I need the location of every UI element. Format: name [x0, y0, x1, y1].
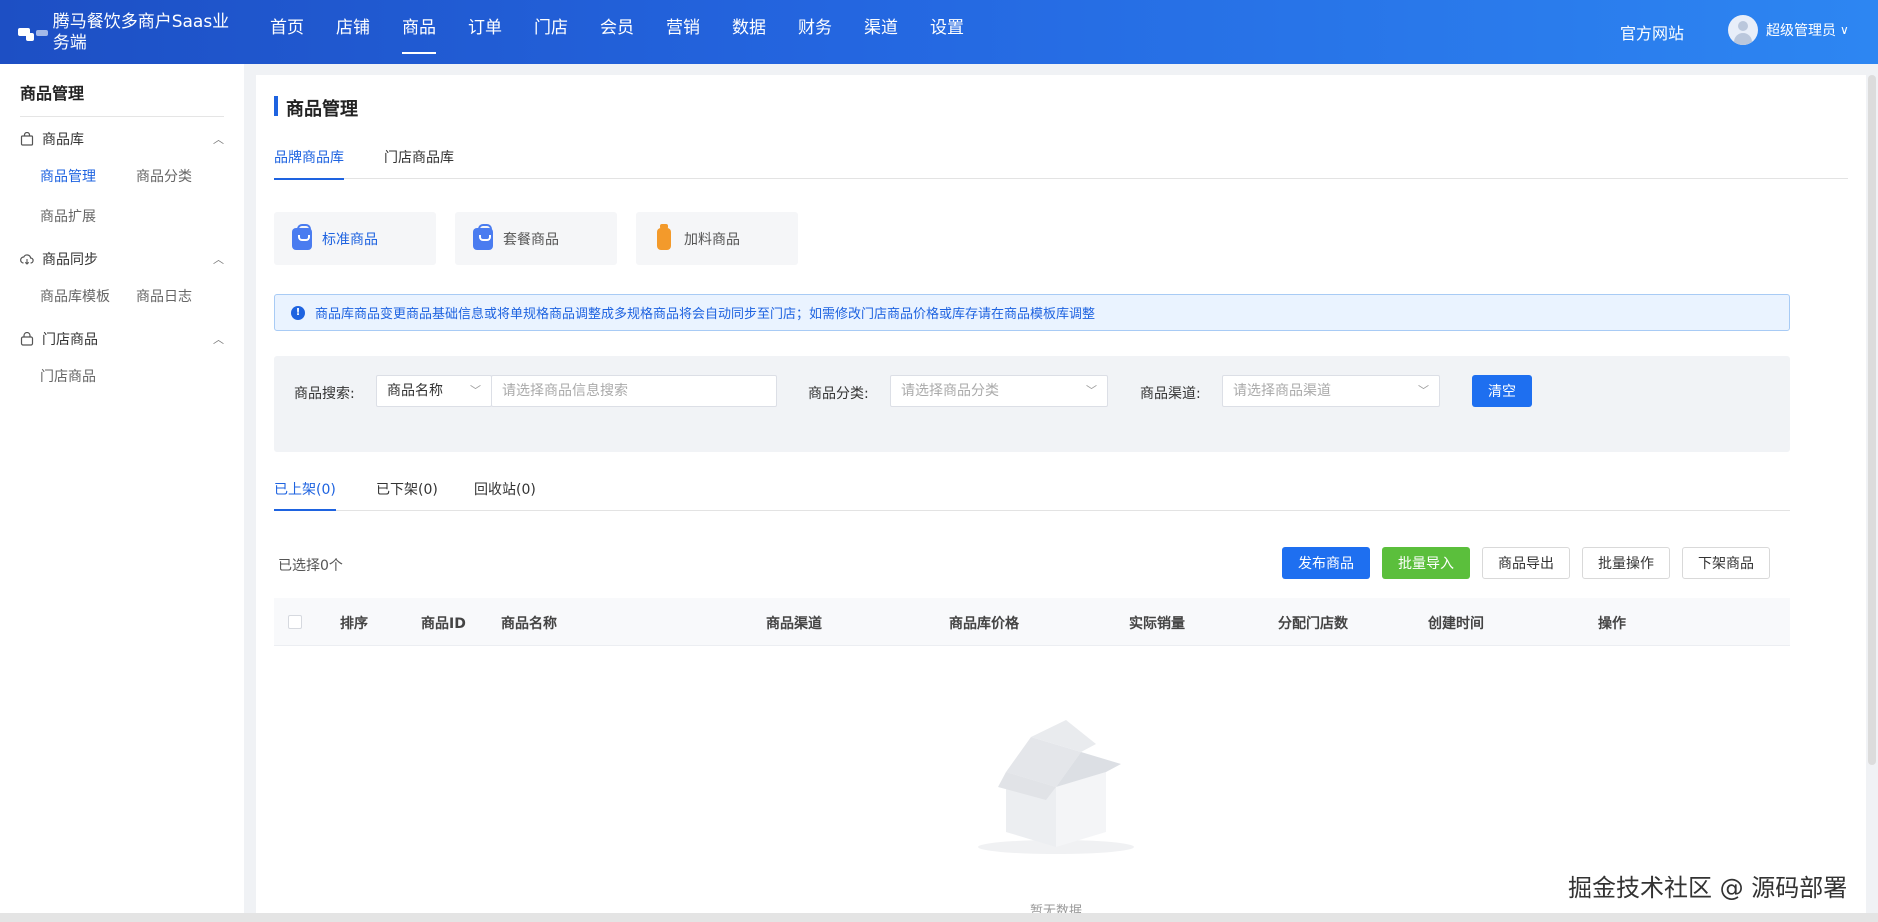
type-card-combo[interactable]: 套餐商品 — [455, 212, 617, 265]
search-type-select[interactable]: 商品名称 ﹀ — [376, 375, 492, 407]
tab-recycle-bin[interactable]: 回收站(0) — [474, 481, 536, 499]
sidebar-item-store-goods[interactable]: 门店商品 — [40, 366, 96, 386]
select-all-checkbox[interactable] — [288, 615, 302, 629]
channel-label: 商品渠道: — [1140, 386, 1201, 402]
blue-bag-icon — [473, 223, 493, 250]
vertical-scrollbar[interactable] — [1868, 75, 1876, 765]
sidebar-title: 商品管理 — [20, 84, 85, 103]
column-header-name[interactable]: 商品名称 — [501, 613, 557, 633]
nav-store[interactable]: 店铺 — [336, 0, 370, 64]
clear-button[interactable]: 清空 — [1472, 375, 1532, 407]
publish-goods-button[interactable]: 发布商品 — [1282, 547, 1370, 579]
nav-finance[interactable]: 财务 — [798, 0, 832, 64]
column-header-sort[interactable]: 排序 — [340, 613, 368, 633]
table-header: 排序 商品ID 商品名称 商品渠道 商品库价格 实际销量 分配门店数 创建时间 … — [274, 598, 1790, 646]
batch-operation-button[interactable]: 批量操作 — [1582, 547, 1670, 579]
nav-channels[interactable]: 渠道 — [864, 0, 898, 64]
top-header: 腾马餐饮多商户Saas业务端 首页 店铺 商品 订单 门店 会员 营销 数据 财… — [0, 0, 1878, 64]
search-type-value: 商品名称 — [387, 383, 443, 399]
nav-marketing[interactable]: 营销 — [666, 0, 700, 64]
info-alert: ! 商品库商品变更商品基础信息或将单规格商品调整成多规格商品将会自动同步至门店；… — [274, 294, 1790, 331]
chevron-down-icon: ﹀ — [1086, 384, 1097, 397]
brand-title: 腾马餐饮多商户Saas业务端 — [52, 12, 230, 53]
type-card-label: 套餐商品 — [503, 231, 559, 248]
main-content: 商品管理 品牌商品库 门店商品库 标准商品 套餐商品 加料商品 ! 商品库商品变… — [256, 75, 1866, 922]
sidebar-group-label: 商品库 — [42, 132, 84, 148]
chevron-down-icon: ﹀ — [1418, 384, 1429, 397]
channel-select[interactable]: 请选择商品渠道 ﹀ — [1222, 375, 1440, 407]
tab-brand-library[interactable]: 品牌商品库 — [274, 149, 344, 180]
chevron-down-icon: ﹀ — [470, 384, 481, 397]
nav-home[interactable]: 首页 — [270, 0, 304, 64]
brand-logo-icon — [18, 24, 48, 42]
channel-placeholder: 请选择商品渠道 — [1233, 383, 1331, 399]
category-placeholder: 请选择商品分类 — [901, 383, 999, 399]
tab-store-library[interactable]: 门店商品库 — [384, 149, 454, 167]
selected-count: 已选择0个 — [278, 558, 343, 574]
type-card-addon[interactable]: 加料商品 — [636, 212, 798, 265]
watermark: 掘金技术社区 @ 源码部署 — [1568, 874, 1848, 902]
sidebar-group-goods-library[interactable]: 商品库 ︿ — [20, 129, 224, 149]
category-select[interactable]: 请选择商品分类 ﹀ — [890, 375, 1108, 407]
info-icon: ! — [291, 305, 305, 320]
main-nav: 首页 店铺 商品 订单 门店 会员 营销 数据 财务 渠道 设置 — [270, 0, 996, 64]
alert-text: 商品库商品变更商品基础信息或将单规格商品调整成多规格商品将会自动同步至门店；如需… — [315, 307, 1096, 322]
orange-bottle-icon — [657, 223, 671, 250]
sidebar-group-label: 商品同步 — [42, 252, 98, 268]
blue-bag-icon — [292, 223, 312, 250]
nav-shops[interactable]: 门店 — [534, 0, 568, 64]
chevron-up-icon: ︿ — [213, 253, 224, 266]
nav-settings[interactable]: 设置 — [930, 0, 964, 64]
sidebar-item-goods-log[interactable]: 商品日志 — [136, 286, 192, 306]
type-card-label: 标准商品 — [322, 231, 378, 248]
tab-on-shelf[interactable]: 已上架(0) — [274, 481, 336, 511]
column-header-price[interactable]: 商品库价格 — [949, 613, 1019, 633]
horizontal-scrollbar[interactable] — [0, 913, 1878, 922]
library-tabs: 品牌商品库 门店商品库 — [274, 149, 1848, 180]
sidebar-group-store-goods[interactable]: 门店商品 ︿ — [20, 329, 224, 349]
column-header-actions: 操作 — [1598, 616, 1626, 632]
nav-data[interactable]: 数据 — [732, 0, 766, 64]
user-menu[interactable]: 超级管理员 ∨ — [1728, 15, 1849, 45]
sidebar-item-goods-extension[interactable]: 商品扩展 — [40, 206, 96, 226]
batch-import-button[interactable]: 批量导入 — [1382, 547, 1470, 579]
tab-off-shelf[interactable]: 已下架(0) — [376, 481, 438, 499]
sidebar-item-goods-category[interactable]: 商品分类 — [136, 166, 192, 186]
sidebar-group-label: 门店商品 — [42, 332, 98, 348]
sidebar-divider — [20, 116, 224, 117]
page-title: 商品管理 — [274, 95, 358, 121]
user-name: 超级管理员 — [1766, 23, 1836, 39]
type-card-label: 加料商品 — [684, 231, 740, 248]
chevron-up-icon: ︿ — [213, 333, 224, 346]
sidebar-item-goods-management[interactable]: 商品管理 — [40, 166, 96, 186]
filter-panel: 商品搜索: 商品名称 ﹀ 商品分类: 请选择商品分类 ﹀ 商品渠道: 请选择商品… — [274, 356, 1790, 452]
column-header-id[interactable]: 商品ID — [421, 613, 466, 633]
cloud-sync-icon — [20, 252, 34, 266]
nav-goods[interactable]: 商品 — [402, 0, 436, 64]
official-site-link[interactable]: 官方网站 — [1620, 20, 1684, 44]
empty-box-icon — [978, 720, 1134, 854]
status-tabs: 已上架(0) 已下架(0) 回收站(0) — [274, 481, 1790, 511]
take-off-shelf-button[interactable]: 下架商品 — [1682, 547, 1770, 579]
chevron-down-icon: ∨ — [1840, 23, 1849, 37]
type-card-standard[interactable]: 标准商品 — [274, 212, 436, 265]
sidebar: 商品管理 商品库 ︿ 商品管理 商品分类 商品扩展 商品同步 ︿ 商品库模板 商… — [0, 64, 244, 922]
avatar — [1728, 15, 1758, 45]
chevron-up-icon: ︿ — [213, 133, 224, 146]
search-input[interactable] — [491, 375, 777, 407]
nav-members[interactable]: 会员 — [600, 0, 634, 64]
search-label: 商品搜索: — [294, 386, 355, 402]
column-header-created[interactable]: 创建时间 — [1428, 613, 1484, 633]
category-label: 商品分类: — [808, 386, 869, 402]
lock-bag-icon — [20, 332, 34, 346]
brand[interactable]: 腾马餐饮多商户Saas业务端 — [18, 12, 240, 54]
column-header-sales[interactable]: 实际销量 — [1129, 613, 1185, 633]
sidebar-group-goods-sync[interactable]: 商品同步 ︿ — [20, 249, 224, 269]
nav-orders[interactable]: 订单 — [468, 0, 502, 64]
column-header-channel[interactable]: 商品渠道 — [766, 613, 822, 633]
shopping-bag-icon — [20, 132, 34, 146]
export-goods-button[interactable]: 商品导出 — [1482, 547, 1570, 579]
sidebar-item-goods-template[interactable]: 商品库模板 — [40, 286, 110, 306]
column-header-store-count[interactable]: 分配门店数 — [1278, 613, 1348, 633]
